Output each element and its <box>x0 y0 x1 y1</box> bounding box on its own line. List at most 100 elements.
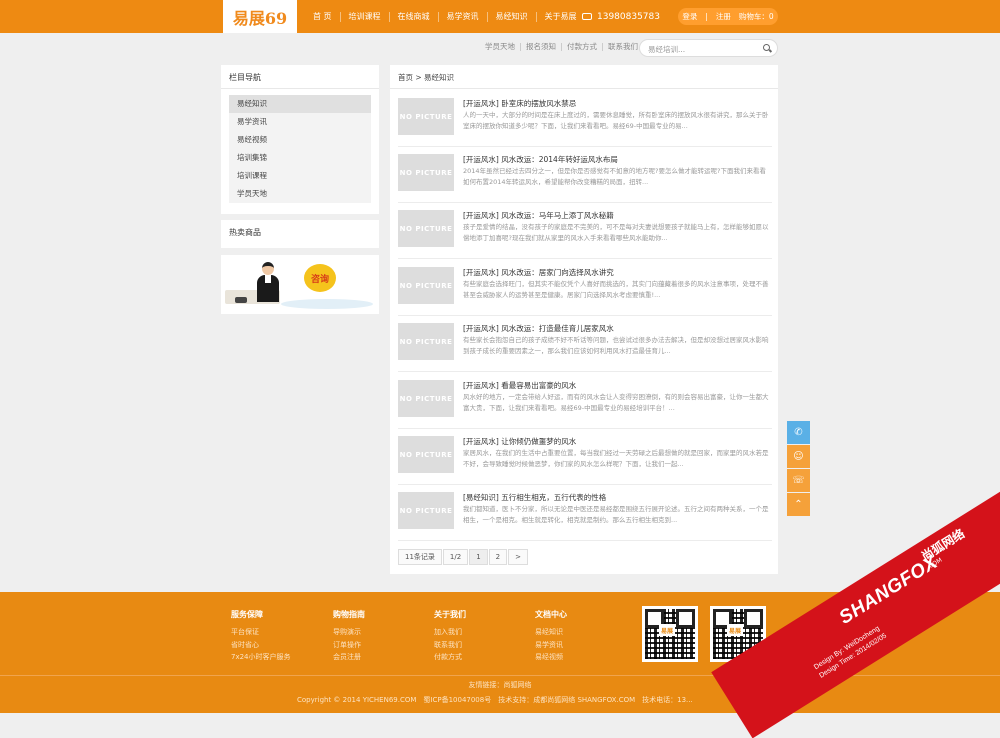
sublink-signup[interactable]: 报名须知 <box>521 43 562 51</box>
article-title[interactable]: [开运风水] 风水改运：居家门向选择风水讲究 <box>463 267 614 278</box>
article-title[interactable]: [开运风水] 看最容易出富豪的风水 <box>463 380 576 391</box>
list-item[interactable]: NO PICTURE [开运风水] 风水改运：打造最佳育儿居家风水 有些家长会抱… <box>398 323 772 374</box>
article-title[interactable]: [易经知识] 五行相生相克，五行代表的性格 <box>463 492 606 503</box>
list-item[interactable]: NO PICTURE [开运风水] 让你倾仍做噩梦的风水 家居风水，在我们的生活… <box>398 436 772 487</box>
divider <box>398 315 772 316</box>
qq-icon[interactable]: ✆ <box>787 421 810 444</box>
list-item[interactable]: NO PICTURE [开运风水] 风水改运：2014年转好运风水布局 2014… <box>398 154 772 205</box>
footer-link[interactable]: 省时省心 <box>231 639 291 652</box>
footer-link[interactable]: 易经知识 <box>535 626 567 639</box>
agent-head <box>262 262 274 275</box>
thumbnail-placeholder[interactable]: NO PICTURE <box>398 267 454 304</box>
divider <box>398 428 772 429</box>
thumbnail-placeholder[interactable]: NO PICTURE <box>398 436 454 473</box>
service-icon[interactable]: ☺ <box>787 445 810 468</box>
sidebar-item-news[interactable]: 易学资讯 <box>229 113 371 131</box>
sidebar-item-videos[interactable]: 易经视频 <box>229 131 371 149</box>
article-list-panel: 首页 > 易经知识 NO PICTURE [开运风水] 卧室床的摆放风水禁忌 人… <box>390 65 778 574</box>
article-title[interactable]: [开运风水] 风水改运：2014年转好运风水布局 <box>463 154 618 165</box>
footer-link[interactable]: 订单操作 <box>333 639 365 652</box>
main-nav: 首 页 培训课程 在线商城 易学资讯 易经知识 关于易展 <box>305 0 585 33</box>
user-divider: | <box>705 12 708 21</box>
pagination: 11条记录 1/2 1 2 > <box>398 549 529 565</box>
hot-products-panel: 热卖商品 <box>221 220 379 248</box>
article-summary: 有些家长会抱怨自己的孩子成绩不好不听话等问题，也尝试过很多办法去解决，但是却没想… <box>463 336 769 355</box>
thumbnail-placeholder[interactable]: NO PICTURE <box>398 323 454 360</box>
divider <box>398 202 772 203</box>
sublink-students[interactable]: 学员天地 <box>480 43 521 51</box>
search-input[interactable]: 易经培训... <box>639 39 778 57</box>
top-bar: 易展69 首 页 培训课程 在线商城 易学资讯 易经知识 关于易展 139808… <box>0 0 1000 33</box>
footer-column-about: 关于我们 加入我们 联系我们 付款方式 <box>434 609 466 664</box>
back-to-top-icon[interactable]: ⌃ <box>787 493 810 516</box>
footer-link[interactable]: 7x24小时客户服务 <box>231 651 291 664</box>
footer-column-title: 购物指南 <box>333 610 365 619</box>
telephone-icon <box>235 297 247 303</box>
thumbnail-placeholder[interactable]: NO PICTURE <box>398 492 454 529</box>
phone-icon[interactable]: ☏ <box>787 469 810 492</box>
footer-link[interactable]: 导购演示 <box>333 626 365 639</box>
pager-page-2[interactable]: 2 <box>488 549 508 565</box>
pager-page-indicator: 1/2 <box>442 549 469 565</box>
sidebar-title: 栏目导航 <box>229 73 261 82</box>
nav-courses[interactable]: 培训课程 <box>341 11 390 22</box>
login-link[interactable]: 登录 <box>678 11 701 22</box>
friend-links[interactable]: 友情链接：尚狐网络 <box>0 680 1000 690</box>
sidebar-item-courses[interactable]: 培训课程 <box>229 167 371 185</box>
footer-column-docs: 文档中心 易经知识 易学资讯 易经视频 <box>535 609 567 664</box>
nav-knowledge[interactable]: 易经知识 <box>488 11 537 22</box>
search-icon[interactable] <box>763 44 770 51</box>
agent-body <box>257 275 279 302</box>
list-item[interactable]: NO PICTURE [开运风水] 卧室床的摆放风水禁忌 人的一天中，大部分的时… <box>398 98 772 149</box>
sublink-contact[interactable]: 联系我们 <box>603 43 643 51</box>
user-box: 登录 | 注册 购物车：0 <box>678 8 778 25</box>
register-link[interactable]: 注册 <box>712 11 735 22</box>
nav-shop[interactable]: 在线商城 <box>390 11 439 22</box>
footer-link[interactable]: 易经视频 <box>535 651 567 664</box>
sidebar-item-students[interactable]: 学员天地 <box>229 185 371 203</box>
watermark-brand-cn: 尚狐网络 <box>919 526 968 564</box>
hotline-number: 13980835783 <box>597 11 660 22</box>
divider <box>398 371 772 372</box>
list-item[interactable]: NO PICTURE [开运风水] 风水改运：马年马上添丁风水秘籍 孩子是爱情的… <box>398 210 772 261</box>
article-summary: 风水好的地方，一定会带给人好运，而有的风水会让人变得穷困潦倒，有的则会容易出富豪… <box>463 393 769 412</box>
footer-column-guide: 购物指南 导购演示 订单操作 会员注册 <box>333 609 365 664</box>
list-item[interactable]: NO PICTURE [开运风水] 风水改运：居家门向选择风水讲究 有些家庭会选… <box>398 267 772 318</box>
list-item[interactable]: NO PICTURE [易经知识] 五行相生相克，五行代表的性格 我们都知道，医… <box>398 492 772 543</box>
list-item[interactable]: NO PICTURE [开运风水] 看最容易出富豪的风水 风水好的地方，一定会带… <box>398 380 772 431</box>
nav-home[interactable]: 首 页 <box>305 11 341 22</box>
sidebar-item-gallery[interactable]: 培训集锦 <box>229 149 371 167</box>
phone-icon <box>582 13 592 20</box>
footer-column-title: 关于我们 <box>434 610 466 619</box>
sublink-payment[interactable]: 付款方式 <box>562 43 603 51</box>
footer-link[interactable]: 加入我们 <box>434 626 466 639</box>
article-title[interactable]: [开运风水] 风水改运：打造最佳育儿居家风水 <box>463 323 614 334</box>
article-summary: 有些家庭会选择旺门，但其实不能仅凭个人喜好而挑选的，其实门向蕴藏着很多的风水注意… <box>463 280 769 299</box>
thumbnail-placeholder[interactable]: NO PICTURE <box>398 98 454 135</box>
nav-about[interactable]: 关于易展 <box>537 12 585 22</box>
site-logo[interactable]: 易展69 <box>223 0 297 33</box>
nav-news[interactable]: 易学资讯 <box>439 11 488 22</box>
footer-link[interactable]: 会员注册 <box>333 651 365 664</box>
thumbnail-placeholder[interactable]: NO PICTURE <box>398 210 454 247</box>
pager-next[interactable]: > <box>508 549 528 565</box>
article-summary: 我们都知道，医卜不分家，所以无论是中医还是易经都是围绕五行展开论述。五行之间有两… <box>463 505 769 524</box>
article-title[interactable]: [开运风水] 风水改运：马年马上添丁风水秘籍 <box>463 210 614 221</box>
article-title[interactable]: [开运风水] 卧室床的摆放风水禁忌 <box>463 98 576 109</box>
hotline: 13980835783 <box>582 0 660 33</box>
consult-banner[interactable]: 咨询 <box>221 255 379 314</box>
article-title[interactable]: [开运风水] 让你倾仍做噩梦的风水 <box>463 436 576 447</box>
thumbnail-placeholder[interactable]: NO PICTURE <box>398 154 454 191</box>
footer-link[interactable]: 付款方式 <box>434 651 466 664</box>
footer-link[interactable]: 易学资讯 <box>535 639 567 652</box>
footer-link[interactable]: 平台保证 <box>231 626 291 639</box>
footer-column-service: 服务保障 平台保证 省时省心 7x24小时客户服务 <box>231 609 291 664</box>
footer-link[interactable]: 联系我们 <box>434 639 466 652</box>
thumbnail-placeholder[interactable]: NO PICTURE <box>398 380 454 417</box>
service-agent-image <box>257 262 279 302</box>
sidebar-item-knowledge[interactable]: 易经知识 <box>229 95 371 113</box>
pager-record-count: 11条记录 <box>398 549 442 565</box>
footer-column-title: 服务保障 <box>231 610 263 619</box>
cart-link[interactable]: 购物车：0 <box>735 11 778 22</box>
pager-page-1[interactable]: 1 <box>469 549 488 565</box>
